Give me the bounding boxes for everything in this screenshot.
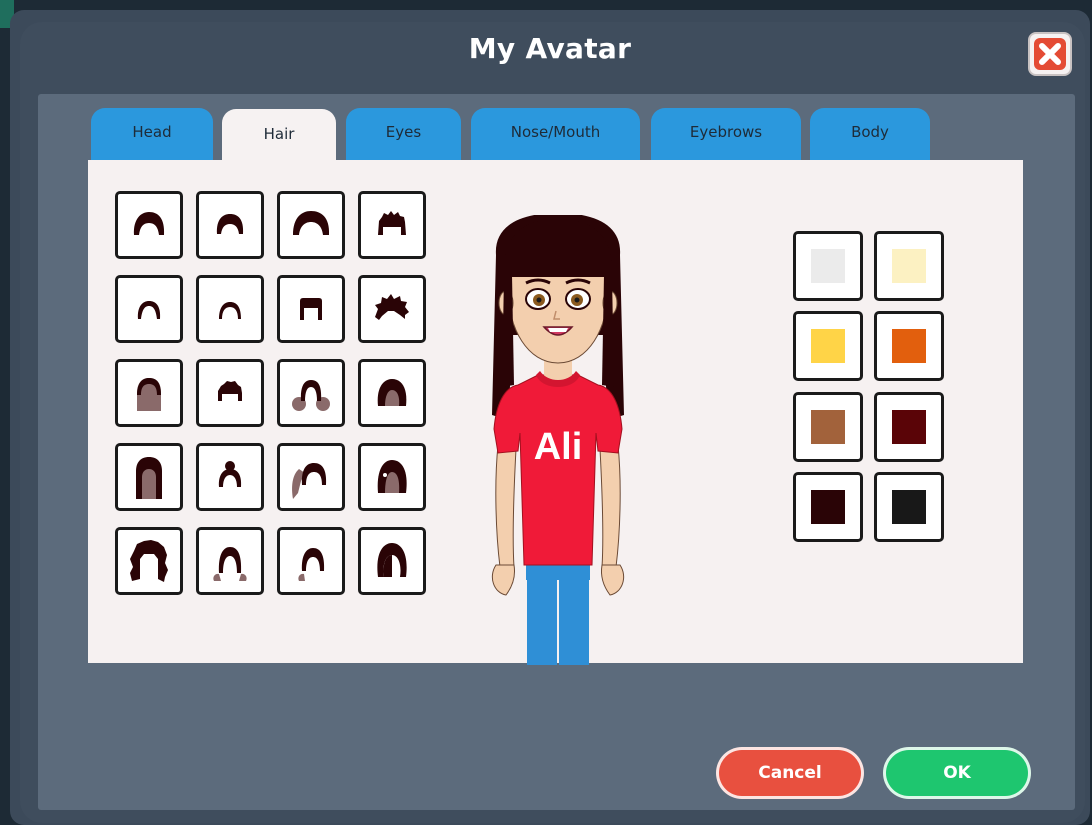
tab-eyes[interactable]: Eyes [346,108,461,160]
color-swatch [811,490,845,524]
hair-color-8[interactable] [874,472,944,542]
hair-style-9[interactable] [115,359,183,427]
hair-editor-content: Ali [88,160,1023,665]
hair-color-4[interactable] [874,311,944,381]
hair-style-4[interactable] [358,191,426,259]
hair-style-15[interactable] [277,443,345,511]
tab-eyebrows[interactable]: Eyebrows [651,108,801,160]
hair-spiky-icon [378,211,406,235]
hair-big-curly-icon [130,540,168,582]
hair-buzz-icon [137,301,161,319]
hair-style-8[interactable] [358,275,426,343]
hair-style-20[interactable] [358,527,426,595]
hair-long-dreads-icon [137,378,161,411]
close-button[interactable] [1028,32,1072,76]
hair-style-17[interactable] [115,527,183,595]
hair-style-13[interactable] [115,443,183,511]
hair-style-18[interactable] [196,527,264,595]
editor-panel: Head Hair Eyes Nose/Mouth Eyebrows Body [38,94,1075,810]
shirt-name-label: Ali [533,426,583,468]
dialog-title: My Avatar [468,32,632,65]
hair-messy-icon [375,294,409,320]
hair-short-icon [133,212,165,235]
color-swatch [892,410,926,444]
hair-color-3[interactable] [793,311,863,381]
hair-side-ponytail-icon [292,463,327,499]
hair-curly-short-icon [218,381,242,401]
tab-head[interactable]: Head [91,108,213,160]
hair-color-5[interactable] [793,392,863,462]
hair-wide-icon [293,211,330,235]
hair-style-3[interactable] [277,191,345,259]
hair-style-16[interactable] [358,443,426,511]
color-swatch [892,490,926,524]
hair-thin-icon [219,302,241,319]
hair-flat-top-icon [300,298,322,320]
hair-style-14[interactable] [196,443,264,511]
hair-shoulder-length-icon [377,460,407,493]
cancel-button[interactable]: Cancel [716,747,864,799]
ok-button[interactable]: OK [883,747,1031,799]
hair-style-7[interactable] [277,275,345,343]
hair-style-6[interactable] [196,275,264,343]
hair-style-1[interactable] [115,191,183,259]
close-icon [1034,38,1066,70]
hair-style-12[interactable] [358,359,426,427]
tab-body[interactable]: Body [810,108,930,160]
tab-nose-mouth[interactable]: Nose/Mouth [471,108,640,160]
hair-straight-long-icon [136,457,162,499]
color-swatch [811,410,845,444]
hair-color-2[interactable] [874,231,944,301]
hair-style-2[interactable] [196,191,264,259]
hair-bob-icon [377,379,407,406]
hair-style-19[interactable] [277,527,345,595]
hair-low-pigtails-icon [213,547,247,581]
color-swatch [811,329,845,363]
hair-style-5[interactable] [115,275,183,343]
color-swatch [892,249,926,283]
hair-top-bun-icon [218,461,242,487]
tab-hair[interactable]: Hair [222,109,336,162]
hair-color-1[interactable] [793,231,863,301]
color-swatch [892,329,926,363]
hair-color-6[interactable] [874,392,944,462]
avatar-dialog: My Avatar Head Hair Eyes Nose/Mouth Eyeb… [10,10,1090,825]
hair-color-7[interactable] [793,472,863,542]
hair-style-11[interactable] [277,359,345,427]
hair-style-10[interactable] [196,359,264,427]
hair-pigtail-buns-icon [292,380,330,411]
hair-full-bob-icon [377,543,407,577]
hair-crop-icon [216,214,244,234]
color-swatch [811,249,845,283]
hair-low-ponytail-icon [298,548,325,581]
